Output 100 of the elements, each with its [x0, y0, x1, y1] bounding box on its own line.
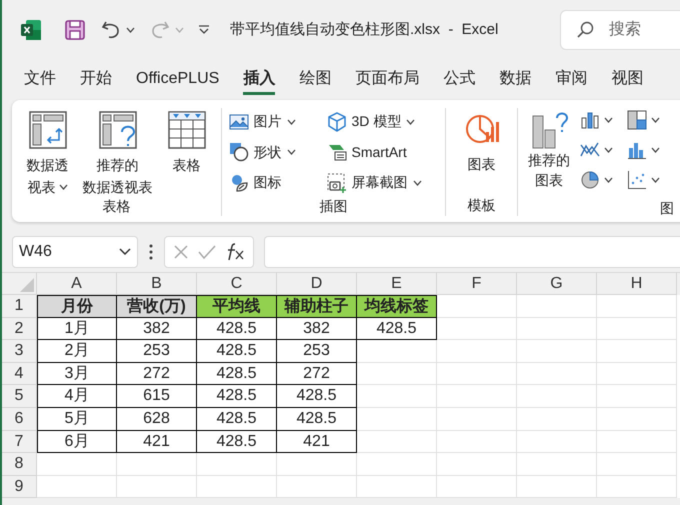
caret-icon[interactable]	[604, 147, 613, 153]
menu-tab[interactable]: 视图	[611, 63, 644, 95]
empty-cell[interactable]	[197, 476, 277, 498]
recommended-charts-button[interactable]: 推荐的 图表	[526, 108, 572, 190]
empty-cell[interactable]	[517, 340, 597, 363]
empty-cell[interactable]	[357, 430, 437, 454]
row-header[interactable]: 8	[2, 453, 37, 476]
illustration-ribbon-button[interactable]: 图片	[228, 108, 318, 135]
column-header[interactable]: H	[597, 273, 677, 295]
caret-icon[interactable]	[651, 177, 660, 183]
empty-cell[interactable]	[357, 340, 437, 363]
search-field[interactable]: 搜索	[560, 10, 680, 50]
search-icon	[576, 21, 594, 39]
empty-cell[interactable]	[197, 453, 277, 476]
customize-caret-icon[interactable]	[198, 25, 210, 35]
caret-icon[interactable]	[604, 117, 613, 123]
empty-cell[interactable]	[597, 295, 677, 318]
empty-cell[interactable]	[437, 318, 517, 340]
chart-button[interactable]: 图表	[460, 108, 502, 175]
table-ribbon-button[interactable]: 表格	[162, 108, 210, 176]
scatter-chart-icon[interactable]	[627, 170, 647, 190]
column-header[interactable]: G	[517, 273, 597, 295]
empty-cell[interactable]	[597, 430, 677, 454]
cancel-icon[interactable]	[173, 244, 190, 260]
empty-cell[interactable]	[357, 385, 437, 408]
window-title: 带平均值线自动变色柱形图.xlsx - Excel	[230, 20, 498, 40]
formula-input[interactable]	[264, 236, 680, 268]
menu-tab[interactable]: 文件	[24, 63, 56, 95]
empty-cell[interactable]	[597, 408, 677, 431]
more-options-icon[interactable]	[148, 244, 154, 260]
row-header[interactable]: 2	[2, 318, 37, 340]
empty-cell[interactable]	[437, 453, 517, 476]
caret-icon[interactable]	[604, 177, 613, 183]
row-header[interactable]: 9	[2, 476, 37, 498]
save-icon[interactable]	[64, 19, 86, 41]
chart-template-icon	[464, 112, 498, 146]
name-box[interactable]: W46	[12, 236, 138, 268]
redo-icon[interactable]	[149, 19, 171, 41]
empty-cell[interactable]	[597, 340, 677, 363]
caret-icon[interactable]	[126, 27, 135, 33]
column-header[interactable]: F	[437, 273, 517, 295]
empty-cell[interactable]	[517, 362, 597, 386]
menu-tab[interactable]: 开始	[80, 63, 112, 95]
empty-cell[interactable]	[437, 362, 517, 386]
empty-cell[interactable]	[357, 476, 437, 498]
empty-cell[interactable]	[517, 453, 597, 476]
empty-cell[interactable]	[597, 318, 677, 340]
illustration-ribbon-button[interactable]: SmartArt	[326, 138, 442, 166]
empty-cell[interactable]	[437, 476, 517, 498]
empty-cell[interactable]	[517, 476, 597, 498]
check-icon[interactable]	[198, 244, 216, 260]
empty-cell[interactable]	[437, 430, 517, 454]
menu-tab[interactable]: 页面布局	[355, 63, 420, 95]
empty-cell[interactable]	[357, 453, 437, 476]
empty-cell[interactable]	[117, 453, 197, 476]
row-header[interactable]: 4	[2, 362, 37, 386]
empty-cell[interactable]	[437, 385, 517, 408]
menu-tab[interactable]: 插入	[243, 63, 276, 95]
pie-chart-icon[interactable]	[580, 170, 600, 190]
empty-cell[interactable]	[277, 476, 357, 498]
undo-icon[interactable]	[100, 19, 122, 41]
empty-cell[interactable]	[517, 385, 597, 408]
caret-icon[interactable]	[651, 147, 660, 153]
illustration-ribbon-button[interactable]: 3D 模型	[326, 108, 442, 135]
table-cell: 628	[117, 408, 197, 431]
row-header[interactable]: 1	[2, 295, 37, 318]
table-ribbon-button[interactable]: 推荐的 数据透视表	[78, 108, 156, 198]
empty-cell[interactable]	[517, 408, 597, 431]
empty-cell[interactable]	[597, 385, 677, 408]
column-chart-icon[interactable]	[580, 110, 600, 130]
caret-icon[interactable]	[651, 117, 660, 123]
empty-cell[interactable]	[597, 453, 677, 476]
empty-cell[interactable]	[437, 408, 517, 431]
table-cell: 5月	[37, 408, 117, 431]
empty-cell[interactable]	[517, 295, 597, 318]
menu-tab[interactable]: 数据	[499, 63, 532, 95]
empty-cell[interactable]	[517, 430, 597, 454]
empty-cell[interactable]	[597, 476, 677, 498]
menu-tab[interactable]: 绘图	[299, 63, 332, 95]
empty-cell[interactable]	[117, 476, 197, 498]
histogram-icon[interactable]	[627, 140, 647, 160]
empty-cell[interactable]	[357, 362, 437, 386]
row-header[interactable]: 3	[2, 340, 37, 363]
empty-cell[interactable]	[437, 340, 517, 363]
menu-tab[interactable]: 审阅	[555, 63, 588, 95]
row-header[interactable]: 6	[2, 408, 37, 431]
hierarchy-chart-icon[interactable]	[627, 110, 647, 130]
illustration-ribbon-button[interactable]: 屏幕截图	[326, 169, 442, 196]
row-header[interactable]: 5	[2, 385, 37, 408]
empty-cell[interactable]	[597, 362, 677, 386]
illustration-ribbon-button[interactable]: 形状	[228, 138, 318, 166]
group-label: 模板	[468, 196, 496, 215]
menu-tab[interactable]: 公式	[443, 63, 476, 95]
menu-tab[interactable]: OfficePLUS	[136, 63, 220, 95]
empty-cell[interactable]	[357, 408, 437, 431]
illustration-ribbon-button[interactable]: 图标	[228, 169, 318, 196]
table-ribbon-button[interactable]: 数据透 视表	[22, 108, 72, 198]
row-header[interactable]: 7	[2, 430, 37, 454]
empty-cell[interactable]	[277, 453, 357, 476]
empty-cell[interactable]	[517, 318, 597, 340]
